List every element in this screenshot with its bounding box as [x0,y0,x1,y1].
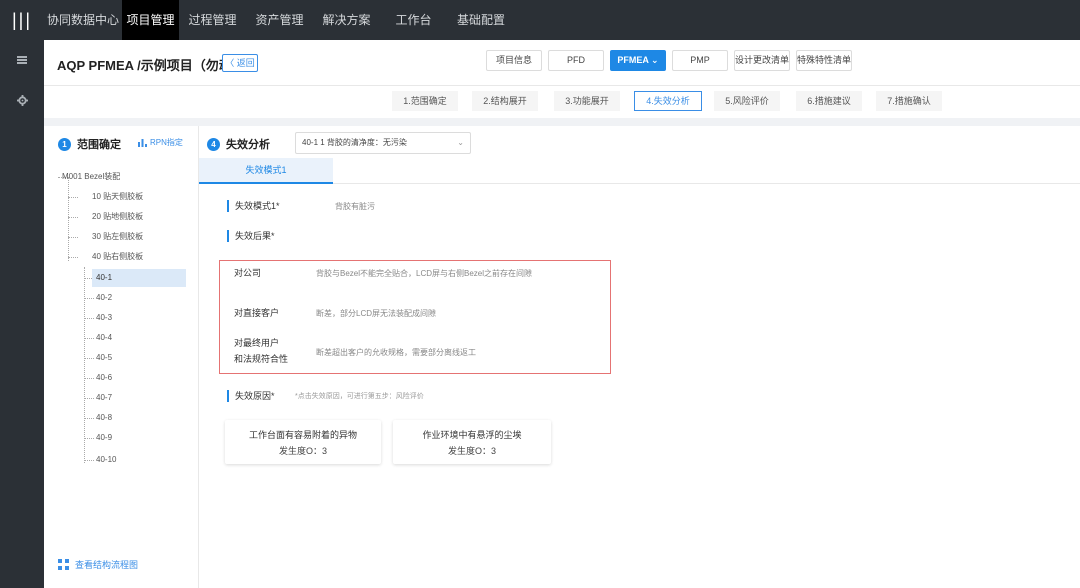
step-risk-evaluation[interactable]: 5.风险评价 [714,91,780,111]
nav-solutions[interactable]: 解决方案 [313,0,380,40]
step-bar: 1.范围确定 2.结构展开 3.功能展开 4.失效分析 5.风险评价 6.措施建… [44,86,1080,118]
failure-cause-card-2[interactable]: 作业环境中有悬浮的尘埃 发生度O：3 [393,420,551,464]
step-number-badge: 1 [58,137,71,151]
tree-node-40-7[interactable]: 40-7 [96,389,112,407]
effect-end-user-text[interactable]: 断差超出客户的允收规格，需要部分离线返工 [316,347,476,358]
step-structure[interactable]: 2.结构展开 [472,91,538,111]
scope-tree-panel: 1 范围确定 RPN指定 M001 Bezel装配 10 贴天侧胶板 20 贴地… [44,126,198,588]
nav-project-management[interactable]: 项目管理 [122,0,179,40]
step-function[interactable]: 3.功能展开 [554,91,620,111]
step-number-badge: 4 [207,137,220,151]
function-select[interactable]: 40-1 1 背胶的清净度：无污染 ⌄ [295,132,471,154]
effect-direct-customer-label: 对直接客户 [234,308,280,318]
tree-node-40-10[interactable]: 40-10 [96,451,116,469]
step-action-confirm[interactable]: 7.措施确认 [876,91,942,111]
tree-node-40-5[interactable]: 40-5 [96,349,112,367]
failure-effects-label: 失效后果* [227,230,275,242]
pfmea-dropdown-button[interactable]: PFMEA ⌄ [610,50,666,71]
scope-panel-heading: 1 范围确定 [58,136,121,152]
effect-end-user-label: 对最终用户 和法规符合性 [234,338,289,364]
step-failure-analysis[interactable]: 4.失效分析 [634,91,702,111]
gear-icon[interactable] [0,80,44,120]
view-structure-flowchart-label: 查看结构流程图 [75,560,139,570]
tree-node-30[interactable]: 30 贴左侧胶板 [92,228,143,246]
chevron-down-icon: ⌄ [457,138,464,147]
cause-occurrence: 发生度O：3 [278,446,327,456]
project-info-button[interactable]: 项目信息 [486,50,542,71]
top-navbar: ||| 协同数据中心 项目管理 过程管理 资产管理 解决方案 工作台 基础配置 [0,0,1080,40]
list-icon[interactable] [0,40,44,80]
rpn-assign-label: RPN指定 [150,138,183,147]
tree-node-40[interactable]: 40 贴右侧胶板 [92,248,143,266]
back-button[interactable]: 〈 返回 [222,54,258,72]
failure-analysis-title: 失效分析 [226,139,270,151]
function-select-value: 40-1 1 背胶的清净度：无污染 [302,138,407,147]
flowchart-icon [58,559,69,570]
nav-process-management[interactable]: 过程管理 [179,0,246,40]
cause-title: 作业环境中有悬浮的尘埃 [422,430,522,440]
bar-chart-icon [138,138,147,147]
design-change-list-button[interactable]: 设计更改清单 [734,50,790,71]
nav-collab-data-center[interactable]: 协同数据中心 [44,0,122,40]
effect-direct-customer-text[interactable]: 断差，部分LCD屏无法装配成间隙 [316,308,436,319]
menu-icon[interactable]: ||| [0,0,44,40]
step-action-suggestion[interactable]: 6.措施建议 [796,91,862,111]
nav-workbench[interactable]: 工作台 [380,0,447,40]
page-header: AQP PFMEA /示例项目（勿动） 〈 返回 项目信息 PFD PFMEA … [44,40,1080,86]
tree-node-10[interactable]: 10 贴天侧胶板 [92,188,143,206]
failure-mode-value[interactable]: 背胶有脏污 [335,201,375,212]
failure-analysis-panel: 4 失效分析 40-1 1 背胶的清净度：无污染 ⌄ 失效模式1 失效模式1* … [198,126,1080,588]
rpn-assign-link[interactable]: RPN指定 [138,137,183,148]
left-rail [0,40,44,588]
scope-panel-title: 范围确定 [77,139,121,151]
cause-title: 工作台面有容易附着的异物 [248,430,357,440]
effect-company-label: 对公司 [234,268,262,278]
tree-node-40-4[interactable]: 40-4 [96,329,112,347]
special-characteristics-list-button[interactable]: 特殊特性清单 [796,50,852,71]
cause-occurrence: 发生度O：3 [447,446,496,456]
tab-divider [333,183,1080,184]
failure-effects-box: 对公司 背胶与Bezel不能完全贴合，LCD屏与右侧Bezel之前存在间隙 对直… [219,260,611,374]
tree-node-20[interactable]: 20 贴地侧胶板 [92,208,143,226]
view-structure-flowchart-link[interactable]: 查看结构流程图 [58,558,138,571]
failure-mode-label: 失效模式1* [227,200,280,212]
tree-node-40-1[interactable]: 40-1 [92,269,186,287]
failure-causes-hint: *点击失效原因，可进行第五步：风险评价 [295,393,424,400]
tree-node-40-6[interactable]: 40-6 [96,369,112,387]
tree-node-40-3[interactable]: 40-3 [96,309,112,327]
tree-node-40-8[interactable]: 40-8 [96,409,112,427]
step-scope[interactable]: 1.范围确定 [392,91,458,111]
failure-causes-label: 失效原因* [227,390,275,402]
page-title: AQP PFMEA /示例项目（勿动） [57,58,245,73]
tree-node-40-9[interactable]: 40-9 [96,429,112,447]
tab-failure-mode-1[interactable]: 失效模式1 [199,158,333,184]
failure-cause-card-1[interactable]: 工作台面有容易附着的异物 发生度O：3 [225,420,381,464]
pfd-button[interactable]: PFD [548,50,604,71]
failure-analysis-heading: 4 失效分析 [207,136,270,152]
pmp-button[interactable]: PMP [672,50,728,71]
nav-asset-management[interactable]: 资产管理 [246,0,313,40]
tree-root-node[interactable]: M001 Bezel装配 [62,168,120,186]
tree-node-40-2[interactable]: 40-2 [96,289,112,307]
effect-company-text[interactable]: 背胶与Bezel不能完全贴合，LCD屏与右侧Bezel之前存在间隙 [316,268,532,279]
nav-base-config[interactable]: 基础配置 [447,0,515,40]
